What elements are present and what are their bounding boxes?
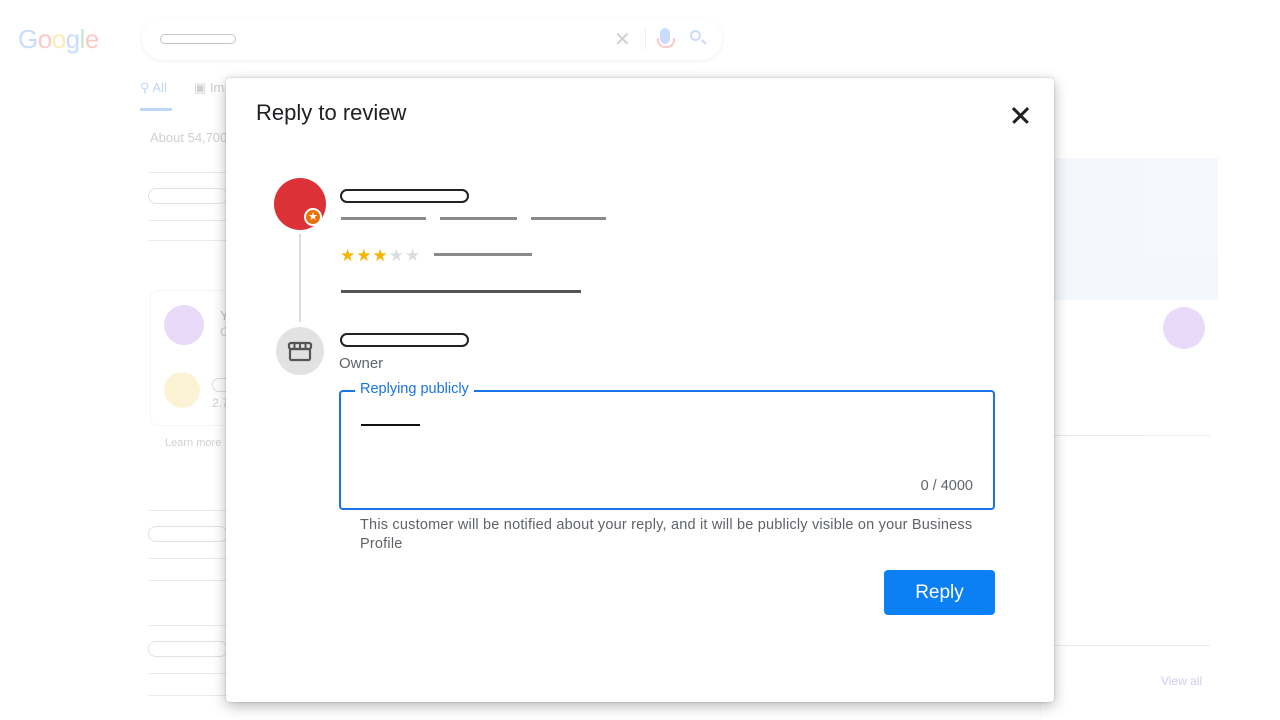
tab-label: All	[152, 80, 167, 95]
divider	[148, 580, 228, 581]
reviewer-meta-redacted	[341, 217, 426, 220]
divider	[1050, 645, 1210, 646]
google-logo[interactable]: Google	[18, 24, 99, 55]
divider	[1050, 435, 1210, 436]
character-counter: 0 / 4000	[920, 478, 973, 494]
search-icon: ⚲	[140, 80, 153, 95]
image-icon: ▣	[194, 80, 210, 95]
logo-letter: o	[37, 24, 52, 54]
logo-letter: G	[18, 24, 38, 54]
divider	[148, 558, 228, 559]
owner-role: Owner	[339, 355, 384, 372]
results-count: About 54,700	[150, 130, 228, 145]
logo-letter: e	[84, 24, 99, 54]
reply-textarea[interactable]: Replying publicly 0 / 4000	[339, 381, 995, 510]
divider	[148, 240, 228, 241]
reply-text-cursor	[361, 424, 420, 426]
divider	[148, 172, 228, 173]
thread-connector	[299, 234, 301, 322]
mic-icon[interactable]	[657, 28, 675, 48]
reply-button[interactable]: Reply	[884, 570, 995, 615]
tab-all[interactable]: ⚲ All	[140, 80, 172, 111]
close-icon[interactable]: ✕	[614, 27, 631, 52]
tab-label: Im	[209, 80, 225, 95]
star-rating: ★★★★★	[340, 246, 421, 266]
search-icon[interactable]	[690, 30, 701, 41]
divider	[148, 510, 228, 511]
avatar	[164, 305, 204, 345]
star-icon: ★	[356, 246, 373, 265]
local-guide-star-icon: ★	[304, 208, 322, 226]
reviewer-meta-redacted	[440, 217, 517, 220]
divider	[148, 220, 228, 221]
view-all-link[interactable]: View all	[1161, 674, 1202, 688]
reply-to-review-dialog: Reply to review ★ ★★★★★ Owner Replying p…	[226, 78, 1054, 702]
public-reply-notice: This customer will be notified about you…	[360, 517, 973, 552]
reply-field-label: Replying publicly	[355, 381, 474, 397]
star-icon: ★	[372, 246, 389, 265]
owner-name-redacted	[340, 333, 469, 347]
search-bar[interactable]: ✕	[142, 18, 722, 60]
divider	[148, 695, 228, 696]
reviewer-meta-redacted	[531, 217, 606, 220]
owner-avatar	[276, 327, 324, 375]
search-query-redacted	[160, 34, 236, 44]
divider	[148, 625, 228, 626]
close-button[interactable]	[1004, 100, 1036, 132]
review-text-redacted	[341, 290, 581, 293]
reviewer-name-redacted	[340, 189, 469, 203]
tab-images[interactable]: ▣ Im	[194, 80, 224, 96]
logo-letter: o	[51, 24, 66, 54]
divider	[148, 673, 228, 674]
storefront-icon	[287, 341, 313, 362]
star-empty-icon: ★	[388, 246, 405, 265]
placeholder-pill	[148, 188, 228, 204]
star-icon: ★	[340, 246, 357, 265]
logo-letter: g	[65, 24, 80, 54]
divider	[645, 28, 646, 50]
learn-more-link[interactable]: Learn more	[165, 437, 221, 449]
star-empty-icon: ★	[405, 246, 422, 265]
avatar	[1163, 307, 1205, 349]
dialog-title: Reply to review	[256, 100, 407, 125]
review-date-redacted	[434, 253, 532, 256]
placeholder-pill	[148, 526, 228, 542]
avatar	[164, 372, 200, 408]
placeholder-pill	[148, 641, 228, 657]
knowledge-panel-header	[1040, 158, 1218, 300]
